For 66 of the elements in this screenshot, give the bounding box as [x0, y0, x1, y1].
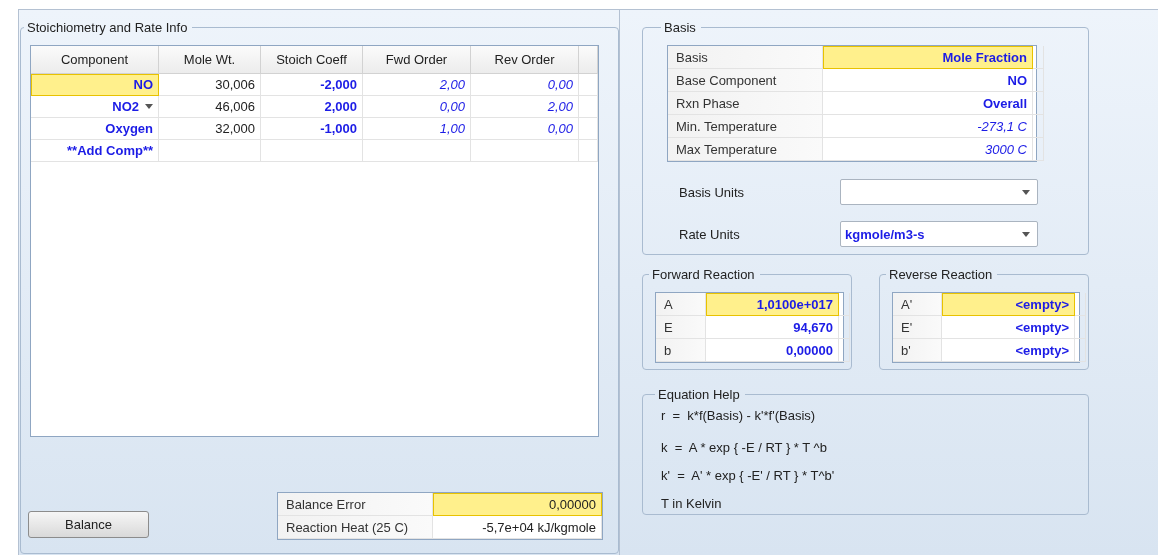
table-cell[interactable]: 30,006 [159, 74, 261, 96]
table-cell[interactable]: 46,006 [159, 96, 261, 118]
table-cell[interactable]: Mole Fraction [823, 46, 1033, 69]
row-label: E' [893, 316, 942, 339]
table-cell[interactable]: 0,00 [363, 96, 471, 118]
row-label: A' [893, 293, 942, 316]
table-cell[interactable]: 0,00000 [433, 493, 602, 516]
group-title: Reverse Reaction [889, 267, 993, 282]
table-cell[interactable]: NO2 [31, 96, 159, 118]
row-label: b [656, 339, 706, 362]
table-cell[interactable]: 1,00 [363, 118, 471, 140]
table-cell[interactable]: 0,00 [471, 74, 579, 96]
caret-icon[interactable] [1022, 231, 1030, 237]
table-cell[interactable]: Oxygen [31, 118, 159, 140]
equation-text: k' = A' * exp { -E' / RT } * T^b' [661, 468, 835, 484]
column-header[interactable]: Stoich Coeff [261, 46, 363, 74]
balance-button[interactable]: Balance [28, 511, 149, 538]
column-header [579, 46, 598, 74]
table-cell[interactable]: -273,1 C [823, 115, 1033, 138]
row-label: b' [893, 339, 942, 362]
row-label: Rxn Phase [668, 92, 823, 115]
table-cell[interactable]: 2,00 [471, 96, 579, 118]
table-cell[interactable]: -2,000 [261, 74, 363, 96]
group-title: Stoichiometry and Rate Info [27, 20, 188, 35]
table-cell[interactable]: -1,000 [261, 118, 363, 140]
row-label: Max Temperature [668, 138, 823, 161]
table-cell[interactable]: 32,000 [159, 118, 261, 140]
table-cell[interactable]: **Add Comp** [31, 140, 159, 162]
table-cell[interactable]: 2,00 [363, 74, 471, 96]
group-title: Equation Help [658, 387, 740, 402]
table-cell[interactable]: NO [823, 69, 1033, 92]
row-label: Base Component [668, 69, 823, 92]
equation-text: k = A * exp { -E / RT } * T ^b [661, 440, 827, 456]
table-cell[interactable]: -5,7e+04 kJ/kgmole [433, 516, 602, 539]
group-title: Basis [664, 20, 696, 35]
row-label: Min. Temperature [668, 115, 823, 138]
column-header[interactable]: Rev Order [471, 46, 579, 74]
row-label: Reaction Heat (25 C) [278, 516, 433, 539]
row-label: E [656, 316, 706, 339]
column-header[interactable]: Component [31, 46, 159, 74]
caret-icon[interactable] [1022, 189, 1030, 195]
cell-text: NO2 [112, 99, 139, 114]
table-cell[interactable]: <empty> [942, 293, 1075, 316]
column-header[interactable]: Mole Wt. [159, 46, 261, 74]
field-label: Rate Units [678, 226, 741, 242]
group-title: Forward Reaction [652, 267, 755, 282]
equation-text: T in Kelvin [661, 496, 722, 512]
row-label: A [656, 293, 706, 316]
table-cell[interactable]: 0,00 [471, 118, 579, 140]
row-label: Basis [668, 46, 823, 69]
dropdown-field[interactable] [840, 179, 1038, 205]
equation-text: r = k*f(Basis) - k'*f'(Basis) [661, 408, 816, 424]
table-cell[interactable]: 1,0100e+017 [706, 293, 839, 316]
table-cell[interactable]: 2,000 [261, 96, 363, 118]
table-cell[interactable]: 3000 C [823, 138, 1033, 161]
table-cell[interactable]: 0,00000 [706, 339, 839, 362]
caret-icon[interactable] [145, 104, 153, 109]
table-cell[interactable]: <empty> [942, 339, 1075, 362]
table-cell[interactable]: NO [31, 74, 159, 96]
row-label: Balance Error [278, 493, 433, 516]
table-cell[interactable]: Overall [823, 92, 1033, 115]
dropdown-field[interactable]: kgmole/m3-s [840, 221, 1038, 247]
column-header[interactable]: Fwd Order [363, 46, 471, 74]
table-cell[interactable]: 94,670 [706, 316, 839, 339]
field-label: Basis Units [678, 184, 746, 200]
table-cell[interactable]: <empty> [942, 316, 1075, 339]
